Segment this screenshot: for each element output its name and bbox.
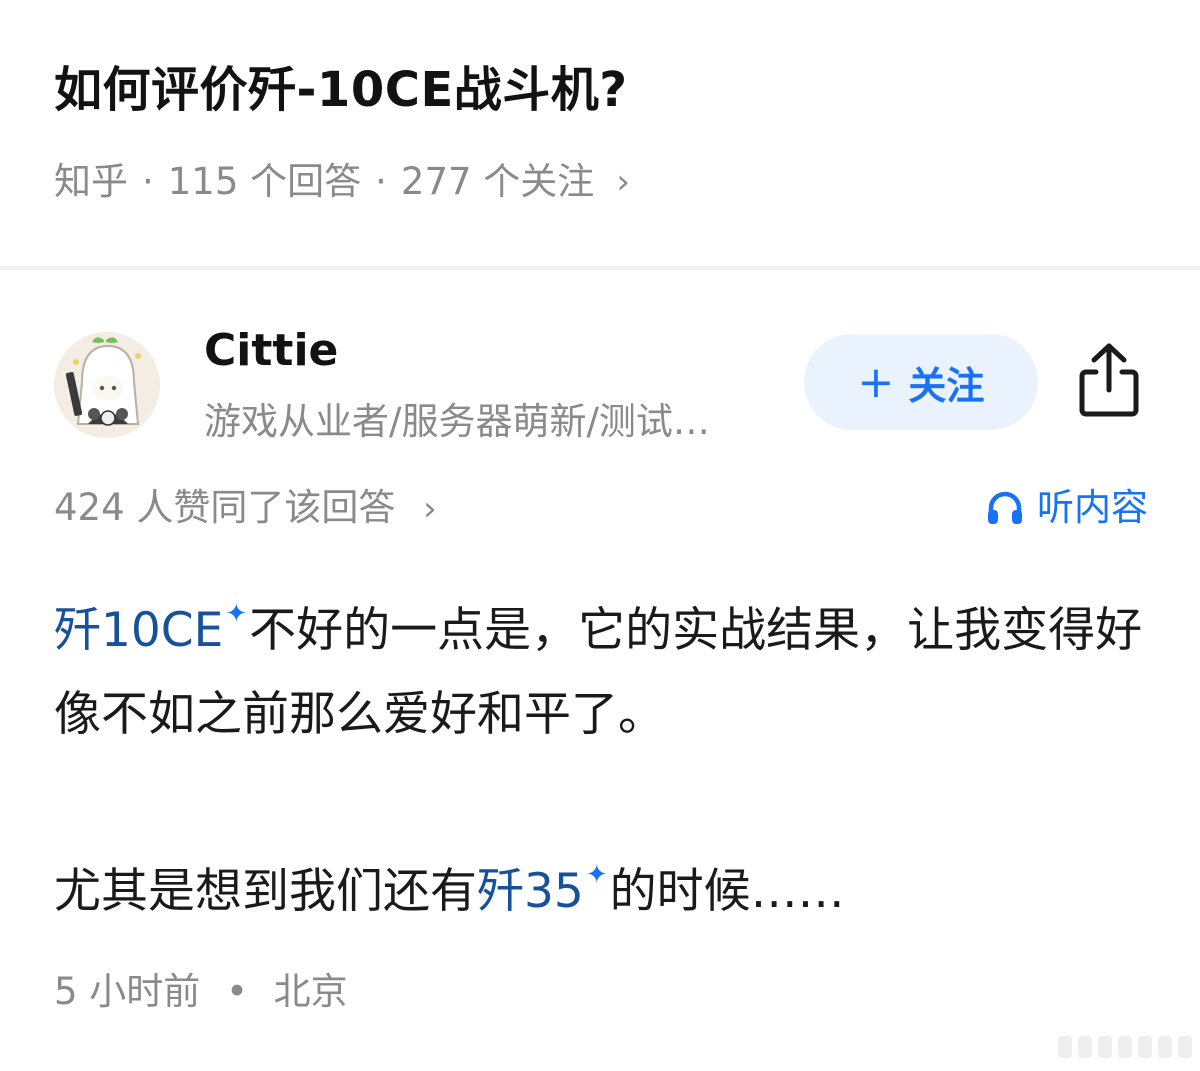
plus-icon: + — [857, 356, 895, 408]
follow-button[interactable]: + 关注 — [804, 334, 1038, 430]
answer-paragraph: 歼10CE✦不好的一点是，它的实战结果，让我变得好像不如之前那么爱好和平了。 — [54, 572, 1154, 757]
avatar-illustration — [54, 332, 160, 438]
answer-paragraph: 尤其是想到我们还有歼35✦的时候…… — [54, 833, 1154, 934]
meta-dot: • — [226, 970, 248, 1013]
answer-meta-row: 424 人赞同了该回答 › 听内容 — [54, 480, 1148, 536]
avatar[interactable] — [54, 332, 160, 438]
watermark-bar — [1118, 1036, 1132, 1058]
paragraph-text: 尤其是想到我们还有 — [54, 864, 477, 919]
meta-separator: · — [142, 160, 154, 203]
watermark-bar — [1138, 1036, 1152, 1058]
answer-content: 歼10CE✦不好的一点是，它的实战结果，让我变得好像不如之前那么爱好和平了。 尤… — [54, 572, 1154, 934]
watermark-bar — [1098, 1036, 1112, 1058]
meta-separator: · — [375, 160, 387, 203]
question-header: 如何评价歼-10CE战斗机? 知乎 · 115 个回答 · 277 个关注 › — [0, 0, 1200, 268]
listen-label: 听内容 — [1037, 486, 1148, 529]
question-title[interactable]: 如何评价歼-10CE战斗机? — [54, 52, 628, 128]
follower-count: 277 个关注 — [400, 160, 595, 203]
sparkle-icon: ✦ — [585, 860, 608, 890]
post-time: 5 小时前 — [54, 970, 201, 1013]
source-label: 知乎 — [54, 160, 128, 203]
paragraph-text: 的时候…… — [609, 864, 845, 919]
listen-button[interactable]: 听内容 — [985, 480, 1148, 536]
watermark-bar — [1078, 1036, 1092, 1058]
answer-footer: 5 小时前 • 北京 — [54, 964, 348, 1020]
question-meta[interactable]: 知乎 · 115 个回答 · 277 个关注 › — [54, 156, 630, 208]
author-bio: 游戏从业者/服务器萌新/测试… — [204, 400, 710, 443]
keyword-link[interactable]: 歼35 — [477, 864, 584, 919]
chevron-right-icon: › — [616, 162, 630, 202]
answer-count: 115 个回答 — [167, 160, 362, 203]
keyword-link[interactable]: 歼10CE — [54, 603, 223, 658]
share-icon[interactable] — [1076, 340, 1142, 420]
vote-count-label: 424 人赞同了该回答 — [54, 486, 396, 529]
author-name[interactable]: Cittie — [204, 322, 338, 380]
post-location: 北京 — [273, 970, 348, 1013]
watermark-bar — [1058, 1036, 1072, 1058]
sparkle-icon: ✦ — [225, 599, 248, 629]
watermark-bar — [1158, 1036, 1172, 1058]
headphones-icon — [988, 491, 1022, 524]
author-row: Cittie 游戏从业者/服务器萌新/测试… + 关注 — [0, 300, 1200, 460]
section-divider — [0, 266, 1200, 270]
chevron-right-icon: › — [423, 489, 437, 529]
follow-label: 关注 — [908, 363, 985, 408]
watermark-bars — [1058, 1036, 1192, 1058]
vote-count[interactable]: 424 人赞同了该回答 › — [54, 480, 437, 537]
watermark-bar — [1178, 1036, 1192, 1058]
